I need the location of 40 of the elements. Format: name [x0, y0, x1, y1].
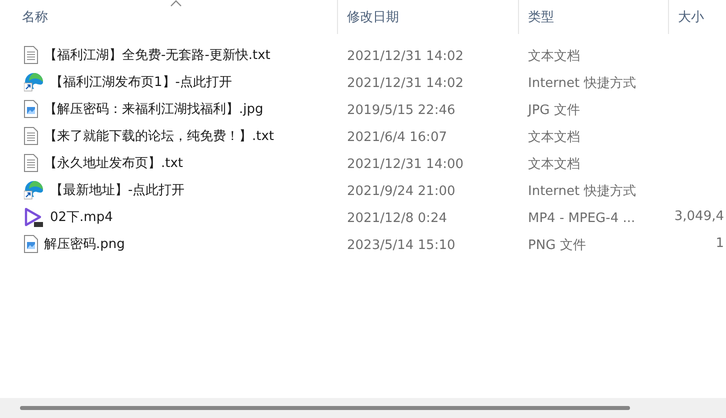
file-type: JPG 文件 — [528, 102, 580, 118]
modified-date: 2021/12/31 14:02 — [347, 76, 464, 91]
file-type: 文本文档 — [528, 130, 580, 144]
text-document-icon — [24, 154, 38, 172]
file-name[interactable]: 【永久地址发布页】.txt — [44, 154, 184, 172]
image-file-icon — [24, 100, 38, 118]
file-name[interactable]: 【来了就能下载的论坛，纯免费！】.txt — [44, 126, 274, 144]
image-file-icon — [24, 234, 38, 252]
file-type: 文本文档 — [528, 48, 580, 64]
column-header[interactable]: 大小 — [678, 8, 704, 26]
file-type: 文本文档 — [528, 156, 580, 172]
modified-date: 2021/12/31 14:02 — [347, 49, 464, 64]
file-type: Internet 快捷方式 — [528, 184, 636, 198]
browser-shortcut-icon — [24, 180, 44, 200]
modified-date: 2023/5/14 15:10 — [347, 238, 456, 253]
file-name[interactable]: 【福利江湖发布页1】-点此打开 — [50, 72, 232, 90]
text-document-icon — [24, 126, 38, 144]
file-name[interactable]: 【解压密码：来福利江湖找福利】.jpg — [44, 100, 264, 118]
file-name[interactable]: 【福利江湖】全免费-无套路-更新快.txt — [44, 46, 270, 64]
text-document-icon — [24, 46, 38, 64]
modified-date: 2019/5/15 22:46 — [347, 103, 456, 118]
file-name[interactable]: 【最新地址】-点此打开 — [50, 180, 185, 198]
file-name[interactable]: 02下.mp4 — [50, 208, 113, 226]
file-type: Internet 快捷方式 — [528, 76, 636, 90]
file-type: MP4 - MPEG-4 ... — [528, 211, 636, 226]
scrollbar-thumb[interactable] — [20, 406, 630, 410]
browser-shortcut-icon — [24, 72, 44, 92]
file-size: 3,049,4 — [674, 209, 724, 224]
video-file-icon — [24, 206, 44, 226]
file-size: 1 — [716, 236, 724, 251]
modified-date: 2021/9/24 21:00 — [347, 184, 456, 199]
file-type: PNG 文件 — [528, 238, 586, 252]
horizontal-scrollbar[interactable] — [0, 398, 726, 418]
modified-date: 2021/6/4 16:07 — [347, 130, 447, 145]
column-header[interactable]: 类型 — [528, 8, 554, 26]
column-header[interactable]: 修改日期 — [347, 8, 399, 26]
modified-date: 2021/12/8 0:24 — [347, 211, 447, 226]
column-header[interactable]: 名称 — [22, 8, 48, 26]
file-name[interactable]: 解压密码.png — [44, 234, 125, 252]
modified-date: 2021/12/31 14:00 — [347, 157, 464, 172]
